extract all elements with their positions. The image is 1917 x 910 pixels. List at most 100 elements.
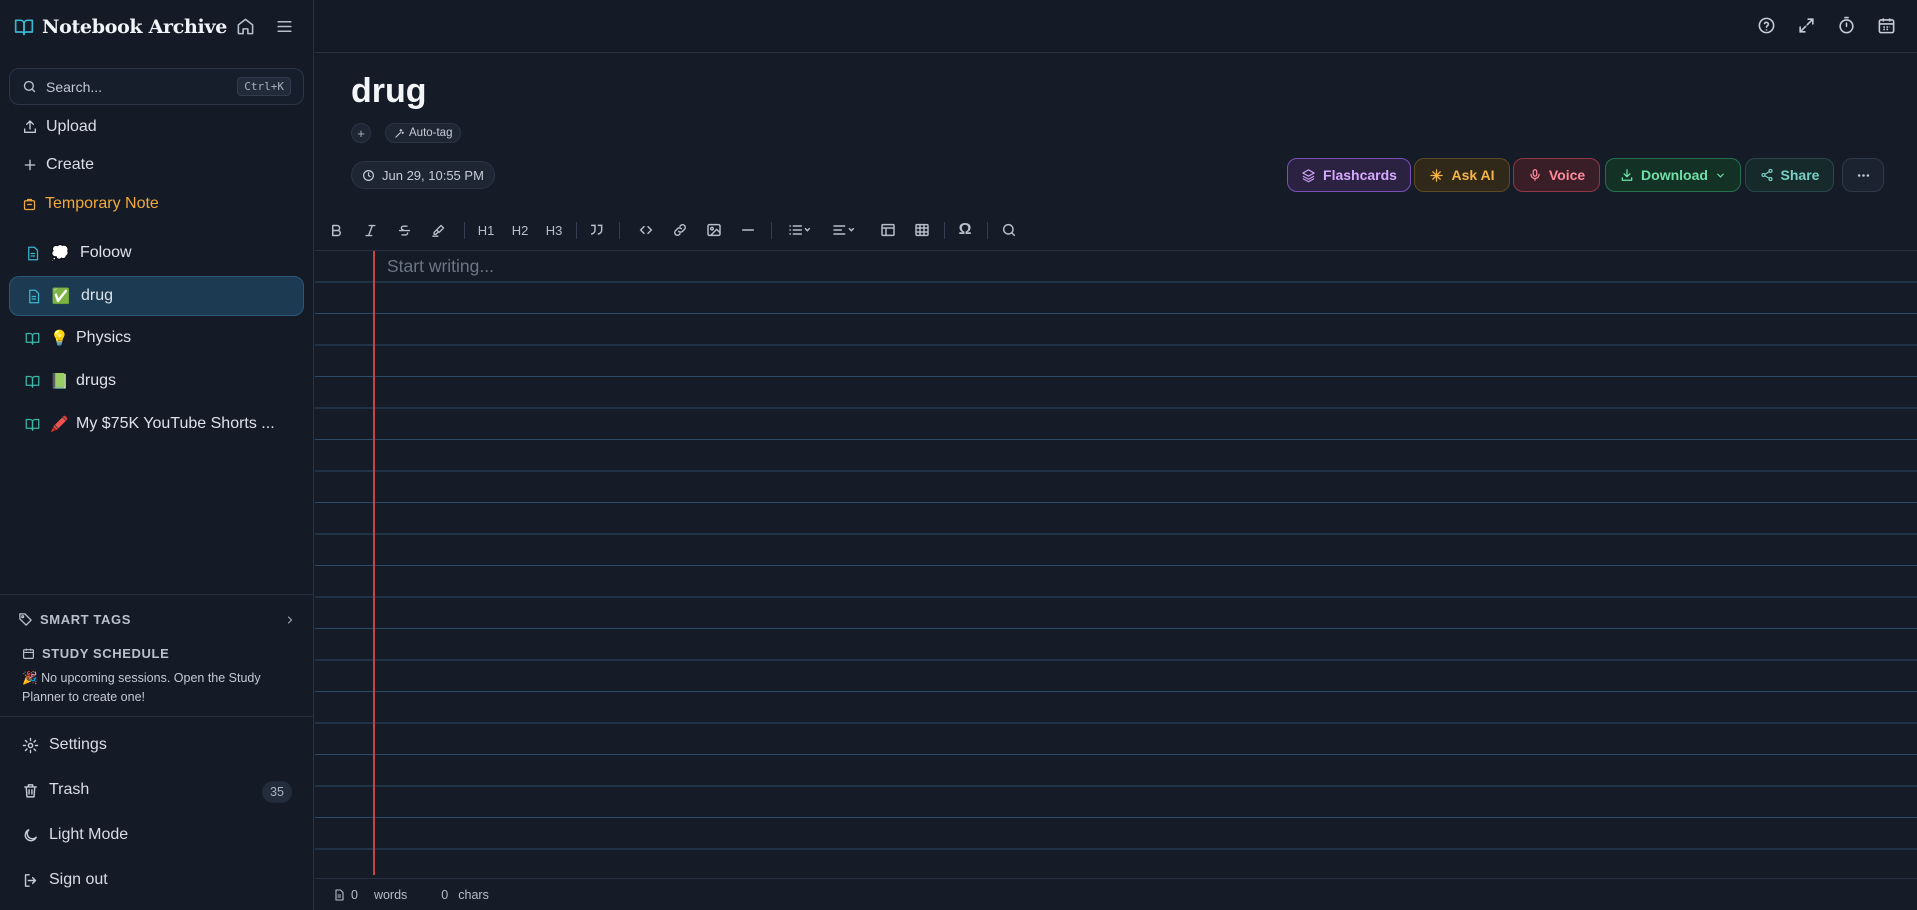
more-horizontal-icon: [1856, 168, 1871, 183]
sidebar-note-youtube-shorts[interactable]: 🖍️ My $75K YouTube Shorts ...: [9, 404, 304, 444]
note-label: drug: [81, 287, 114, 304]
toolbar-separator: [619, 222, 620, 239]
brand-title: Notebook Archive: [42, 16, 227, 38]
study-schedule-message: 🎉 No upcoming sessions. Open the Study P…: [22, 669, 292, 707]
note-emoji: 🖍️: [50, 416, 69, 433]
ask-ai-label: Ask AI: [1451, 167, 1495, 183]
temporary-note-button[interactable]: Temporary Note: [22, 195, 159, 213]
light-mode-toggle[interactable]: Light Mode: [22, 826, 128, 844]
home-icon[interactable]: [236, 17, 255, 36]
bold-icon[interactable]: [327, 220, 345, 240]
search-shortcut: Ctrl+K: [237, 77, 291, 96]
expand-icon[interactable]: [1797, 16, 1816, 35]
party-emoji: 🎉: [22, 671, 38, 685]
strikethrough-icon[interactable]: [395, 220, 413, 240]
editor-placeholder: Start writing...: [387, 256, 494, 276]
flashcards-label: Flashcards: [1323, 167, 1397, 183]
date-chip: Jun 29, 10:55 PM: [351, 161, 495, 189]
toolbar-separator: [987, 222, 988, 239]
search-input[interactable]: Search... Ctrl+K: [9, 68, 304, 105]
file-icon: [26, 289, 41, 304]
link-icon[interactable]: [670, 220, 690, 240]
auto-tag-label: Auto-tag: [409, 127, 453, 139]
sidebar: Notebook Archive Search... Ctrl+K Upload…: [0, 0, 314, 910]
light-mode-label: Light Mode: [49, 826, 129, 843]
heading-3-button[interactable]: H3: [543, 220, 565, 240]
moon-icon: [22, 827, 39, 844]
grid-icon[interactable]: [912, 220, 932, 240]
add-tag-button[interactable]: +: [351, 123, 371, 143]
share-icon: [1760, 168, 1774, 182]
heading-2-button[interactable]: H2: [509, 220, 531, 240]
trash-button[interactable]: Trash: [22, 781, 89, 799]
italic-icon[interactable]: [361, 220, 379, 240]
sidebar-note-physics[interactable]: 💡 Physics: [9, 318, 304, 358]
voice-button[interactable]: Voice: [1513, 158, 1600, 192]
auto-tag-button[interactable]: Auto-tag: [385, 123, 462, 143]
horizontal-rule-icon[interactable]: [738, 220, 758, 240]
table-icon[interactable]: [878, 220, 898, 240]
temporary-note-label: Temporary Note: [45, 195, 159, 212]
share-label: Share: [1780, 167, 1820, 183]
sign-out-button[interactable]: Sign out: [22, 871, 108, 889]
book-icon: [25, 417, 40, 432]
gear-icon: [22, 737, 39, 754]
note-emoji: 📗: [50, 373, 69, 390]
sidebar-note-foloow[interactable]: 💭 Foloow: [9, 233, 304, 273]
sparkles-icon: [1429, 168, 1444, 183]
smart-tags-label: SMART TAGS: [40, 612, 131, 627]
more-options-button[interactable]: [1842, 158, 1884, 192]
settings-button[interactable]: Settings: [22, 736, 107, 754]
sidebar-divider: [0, 716, 314, 717]
paper-margin-line: [373, 251, 375, 875]
download-label: Download: [1641, 167, 1708, 183]
smart-tags-header[interactable]: SMART TAGS: [18, 612, 296, 627]
settings-label: Settings: [49, 736, 107, 753]
sidebar-note-drugs[interactable]: 📗 drugs: [9, 361, 304, 401]
note-emoji: 💡: [50, 330, 69, 347]
ask-ai-button[interactable]: Ask AI: [1414, 158, 1510, 192]
note-label: Foloow: [80, 244, 132, 261]
quote-icon[interactable]: [587, 220, 607, 240]
chevron-right-icon: [284, 614, 296, 626]
sidebar-divider: [0, 594, 314, 595]
list-dropdown-icon[interactable]: [783, 220, 817, 240]
upload-button[interactable]: Upload: [22, 118, 97, 136]
calendar-icon[interactable]: [1877, 16, 1896, 35]
menu-icon[interactable]: [275, 17, 294, 36]
char-count: 0: [441, 887, 449, 902]
align-dropdown-icon[interactable]: [827, 220, 861, 240]
code-icon[interactable]: [636, 220, 656, 240]
voice-label: Voice: [1548, 167, 1586, 183]
trash-icon: [22, 782, 39, 799]
download-icon: [1620, 168, 1634, 182]
special-character-button[interactable]: Ω: [955, 220, 975, 240]
sign-out-label: Sign out: [49, 871, 108, 888]
char-count-label: chars: [458, 887, 489, 902]
study-schedule-header: STUDY SCHEDULE: [22, 646, 169, 661]
search-icon[interactable]: [999, 220, 1019, 240]
help-icon[interactable]: [1757, 16, 1776, 35]
study-schedule-text: No upcoming sessions. Open the Study Pla…: [22, 671, 261, 704]
chevron-down-icon: [1715, 170, 1726, 181]
sidebar-note-drug[interactable]: ✅ drug: [9, 276, 304, 316]
share-button[interactable]: Share: [1745, 158, 1834, 192]
sign-out-icon: [22, 872, 39, 889]
trash-count-badge: 35: [262, 781, 292, 803]
document-title[interactable]: drug: [351, 72, 427, 111]
lined-paper-editor[interactable]: [315, 251, 1917, 875]
date-text: Jun 29, 10:55 PM: [382, 167, 484, 183]
formatting-toolbar: H1 H2 H3 Ω: [315, 209, 1917, 251]
upload-icon: [22, 119, 38, 135]
word-count: 0: [351, 887, 358, 902]
layers-icon: [1301, 168, 1316, 183]
note-label: drugs: [76, 372, 117, 389]
heading-1-button[interactable]: H1: [475, 220, 497, 240]
flashcards-button[interactable]: Flashcards: [1287, 158, 1411, 192]
timer-icon[interactable]: [1837, 16, 1856, 35]
download-button[interactable]: Download: [1605, 158, 1741, 192]
create-button[interactable]: Create: [22, 156, 94, 174]
brand[interactable]: Notebook Archive: [14, 14, 227, 40]
image-icon[interactable]: [704, 220, 724, 240]
highlighter-icon[interactable]: [429, 220, 447, 240]
